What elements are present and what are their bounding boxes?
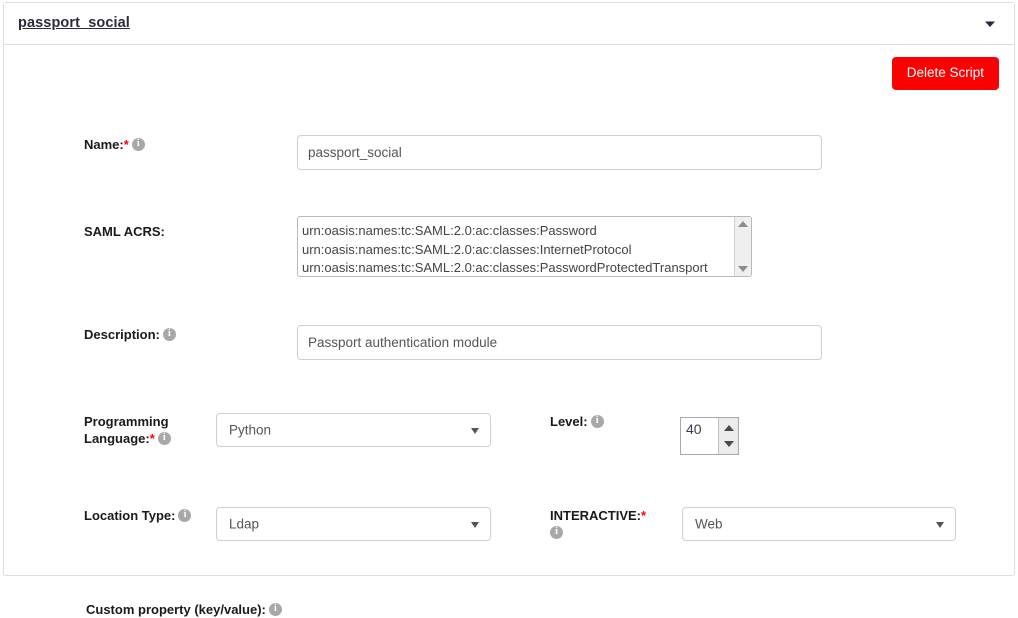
- scroll-up-arrow-icon[interactable]: [738, 221, 748, 227]
- panel-title[interactable]: passport_social: [18, 15, 130, 31]
- stepper-down-arrow-icon[interactable]: [724, 441, 734, 447]
- programming-language-label-line2: Language:: [84, 431, 150, 446]
- info-icon[interactable]: [268, 602, 282, 616]
- interactive-select[interactable]: Web: [682, 507, 956, 541]
- level-label: Level:: [550, 413, 604, 430]
- panel-header[interactable]: passport_social: [4, 3, 1014, 45]
- programming-language-value: Python: [229, 422, 272, 438]
- info-icon[interactable]: [157, 431, 171, 445]
- location-type-label-text: Location Type:: [84, 508, 176, 523]
- level-stepper[interactable]: [680, 417, 739, 455]
- info-icon[interactable]: [590, 414, 604, 428]
- saml-acrs-line-2: urn:oasis:names:tc:SAML:2.0:ac:classes:I…: [302, 241, 632, 257]
- script-editor-panel: passport_social Delete Script Name:* SAM…: [3, 2, 1015, 617]
- saml-acrs-line-3: urn:oasis:names:tc:SAML:2.0:ac:classes:P…: [302, 260, 708, 275]
- scroll-down-arrow-icon[interactable]: [738, 266, 748, 272]
- name-required-asterisk: *: [123, 137, 129, 152]
- info-icon[interactable]: [131, 137, 145, 151]
- saml-acrs-text-content[interactable]: urn:oasis:names:tc:SAML:2.0:ac:classes:P…: [298, 217, 734, 276]
- description-label: Description:: [84, 326, 176, 343]
- interactive-label: INTERACTIVE:*: [550, 507, 670, 541]
- saml-acrs-label: SAML ACRS:: [84, 224, 165, 239]
- interactive-required-asterisk: *: [641, 508, 647, 523]
- saml-acrs-line-1: urn:oasis:names:tc:SAML:2.0:ac:classes:P…: [302, 223, 597, 238]
- programming-language-label: Programming Language:*: [84, 413, 204, 447]
- name-input[interactable]: [297, 135, 822, 170]
- location-type-label: Location Type:: [84, 507, 192, 524]
- custom-property-label: Custom property (key/value):: [86, 601, 282, 618]
- info-icon[interactable]: [178, 508, 192, 522]
- programming-language-required-asterisk: *: [149, 431, 155, 446]
- chevron-down-icon[interactable]: [936, 522, 944, 528]
- delete-script-button[interactable]: Delete Script: [891, 57, 999, 90]
- chevron-down-icon[interactable]: [471, 428, 479, 434]
- description-input[interactable]: [297, 325, 822, 360]
- level-stepper-buttons[interactable]: [718, 418, 738, 454]
- location-type-select[interactable]: Ldap: [216, 507, 491, 541]
- panel-body: Delete Script Name:* SAML ACRS: urn:oasi…: [4, 45, 1014, 617]
- info-icon[interactable]: [550, 525, 563, 539]
- interactive-label-text: INTERACTIVE:: [550, 508, 641, 523]
- chevron-down-icon[interactable]: [471, 522, 479, 528]
- name-label: Name:*: [84, 136, 145, 153]
- chevron-down-icon[interactable]: [982, 16, 998, 32]
- level-label-text: Level:: [550, 414, 588, 429]
- description-label-text: Description:: [84, 327, 160, 342]
- location-type-value: Ldap: [229, 516, 260, 532]
- programming-language-select[interactable]: Python: [216, 413, 491, 447]
- programming-language-label-line1: Programming: [84, 414, 169, 429]
- interactive-value: Web: [695, 516, 723, 532]
- custom-property-label-text: Custom property (key/value):: [86, 602, 266, 617]
- info-icon[interactable]: [162, 327, 176, 341]
- saml-acrs-scrollbar[interactable]: [734, 217, 751, 276]
- saml-acrs-textarea[interactable]: urn:oasis:names:tc:SAML:2.0:ac:classes:P…: [297, 216, 752, 277]
- name-label-text: Name:: [84, 137, 124, 152]
- stepper-up-arrow-icon[interactable]: [724, 425, 734, 431]
